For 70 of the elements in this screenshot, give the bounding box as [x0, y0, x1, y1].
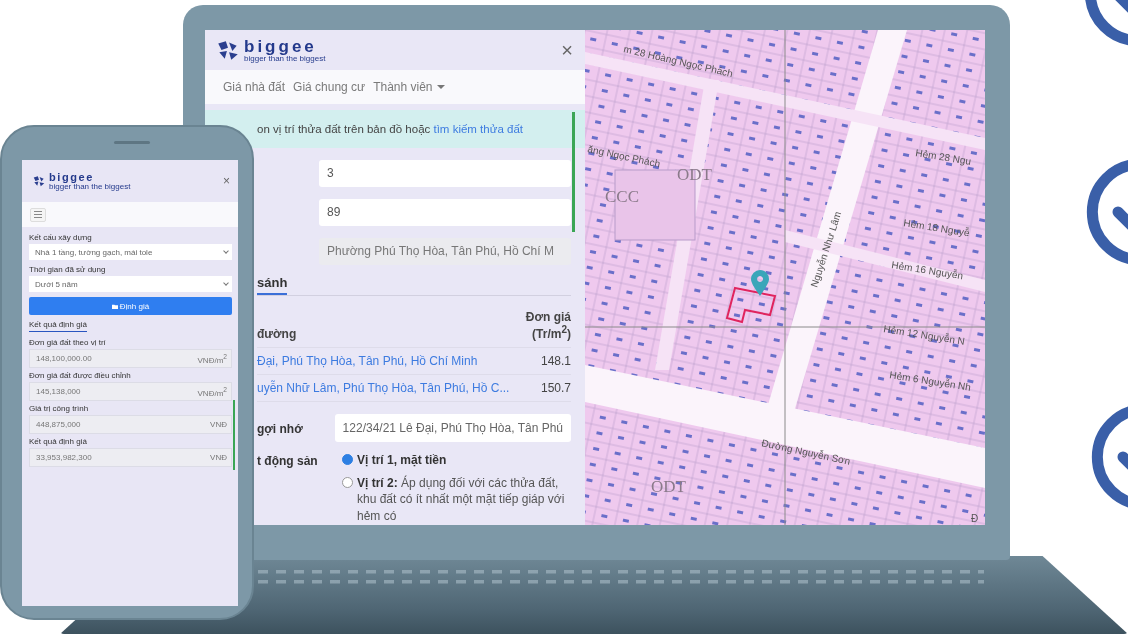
- street-label: Hẻm 16 Nguyễn: [890, 259, 964, 282]
- field-label: Kết cấu xây dựng: [29, 233, 93, 242]
- table-cell: 150.7: [540, 380, 571, 395]
- column-header: Đơn giá (Tr/m$^{2}$): [524, 309, 571, 341]
- field-label: Đơn giá đất theo vị trí: [29, 338, 107, 347]
- street-label: Nguyễn Như Lâm: [808, 210, 844, 289]
- logo-text: biggee: [244, 37, 318, 55]
- table-cell: 148.1: [540, 353, 571, 368]
- zone-label: ODT: [677, 165, 712, 184]
- zone-label: ODT: [651, 477, 686, 496]
- field-label: Đơn giá đất được điều chỉnh: [29, 371, 132, 380]
- column-header: đường: [257, 326, 297, 341]
- tab[interactable]: Kết quả định giá: [29, 320, 87, 332]
- logo-tagline: bigger than the biggest: [244, 54, 326, 63]
- output-field: 33,953,982,300 VNĐ: [29, 448, 232, 467]
- folder-icon: [111, 303, 118, 309]
- address-link[interactable]: uyễn Nhữ Lâm, Phú Thọ Hòa, Tân Phú, Hồ C...: [257, 380, 510, 395]
- close-button[interactable]: ×: [561, 38, 573, 62]
- logo-icon: [215, 39, 241, 62]
- zone-label: CCC: [605, 187, 640, 206]
- input-field[interactable]: 89: [319, 198, 571, 226]
- input-field[interactable]: Phường Phú Thọ Hòa, Tân Phú, Hồ Chí M: [319, 237, 571, 265]
- unit-label: VNĐ/m$^{2}$: [197, 385, 227, 398]
- street-label: Đường Nguyễn Sơn: [760, 437, 852, 467]
- logo-text: biggee: [49, 171, 96, 183]
- notice-text: on vị trí thửa đất trên bản đồ hoặc tìm kiếm thửa đất: [257, 122, 523, 135]
- field-label: Thời gian đã sử dụng: [29, 265, 107, 274]
- unit-label: VNĐ/m$^{2}$: [197, 352, 227, 365]
- street-label: Hẻm 28 Ngu: [914, 147, 972, 167]
- menu-button[interactable]: [30, 207, 46, 222]
- speaker-icon: [114, 141, 150, 144]
- field-label: gợi nhớ: [257, 420, 304, 436]
- output-field: 145,138,000 VNĐ/m$^{2}$: [29, 382, 232, 401]
- input-field[interactable]: 3: [319, 159, 571, 187]
- nav-link[interactable]: Giá nhà đất: [223, 80, 286, 95]
- street-label: Hẻm 12 Nguyễn N: [882, 323, 966, 347]
- street-label: Hẻm 18 Nguyễ: [902, 217, 971, 239]
- nav-link[interactable]: Giá chung cư: [293, 80, 366, 95]
- option-text: Vị trí 1, mặt tiền: [357, 451, 447, 469]
- search-link[interactable]: tìm kiếm thửa đất: [433, 122, 523, 135]
- tab[interactable]: sánh: [257, 274, 288, 295]
- select-field[interactable]: Dưới 5 năm: [29, 276, 232, 292]
- scrollbar[interactable]: [233, 400, 235, 470]
- map-pin-icon[interactable]: [751, 270, 769, 296]
- valuate-button[interactable]: Định giá: [29, 297, 232, 315]
- select-field[interactable]: Nhà 1 tầng, tường gạch, mái tole: [29, 244, 232, 260]
- output-field: 448,875,000 VNĐ: [29, 415, 232, 434]
- scrollbar[interactable]: [572, 111, 575, 232]
- street-label: Đ: [971, 513, 979, 524]
- map-drawing[interactable]: [585, 30, 985, 525]
- output-field: 148,100,000.00 VNĐ/m$^{2}$: [29, 349, 232, 368]
- input-field[interactable]: 122/34/21 Lê Đại, Phú Thọ Hòa, Tân Phú: [334, 413, 571, 442]
- address-link[interactable]: Đại, Phú Thọ Hòa, Tân Phú, Hồ Chí Minh: [257, 353, 478, 368]
- logo-tagline: bigger than the biggest: [49, 182, 131, 191]
- nav-link[interactable]: Thành viên: [373, 80, 445, 95]
- radio-button[interactable]: [342, 453, 353, 465]
- unit-label: VNĐ: [210, 420, 227, 429]
- option-text: Vị trí 2: Áp dụng đối với các thửa đất, khu đất có ít nhất một mặt tiếp giáp với hẻm có: [357, 474, 566, 525]
- parcel-outline[interactable]: [725, 286, 777, 324]
- street-label: ăng Ngọc Phách: [586, 143, 662, 170]
- street-label: Hẻm 6 Nguyễn Nh: [888, 369, 972, 393]
- logo-icon: [32, 175, 46, 187]
- field-label: Giá trị công trình: [29, 404, 90, 413]
- field-label: Kết quả định giá: [29, 437, 88, 446]
- caret-icon: [436, 85, 445, 90]
- close-button[interactable]: ×: [223, 174, 230, 188]
- radio-button[interactable]: [342, 476, 353, 488]
- field-label: t động sản: [257, 452, 319, 468]
- unit-label: VNĐ: [210, 453, 227, 462]
- street-label: m 28 Hoàng Ngọc Phách: [622, 43, 734, 80]
